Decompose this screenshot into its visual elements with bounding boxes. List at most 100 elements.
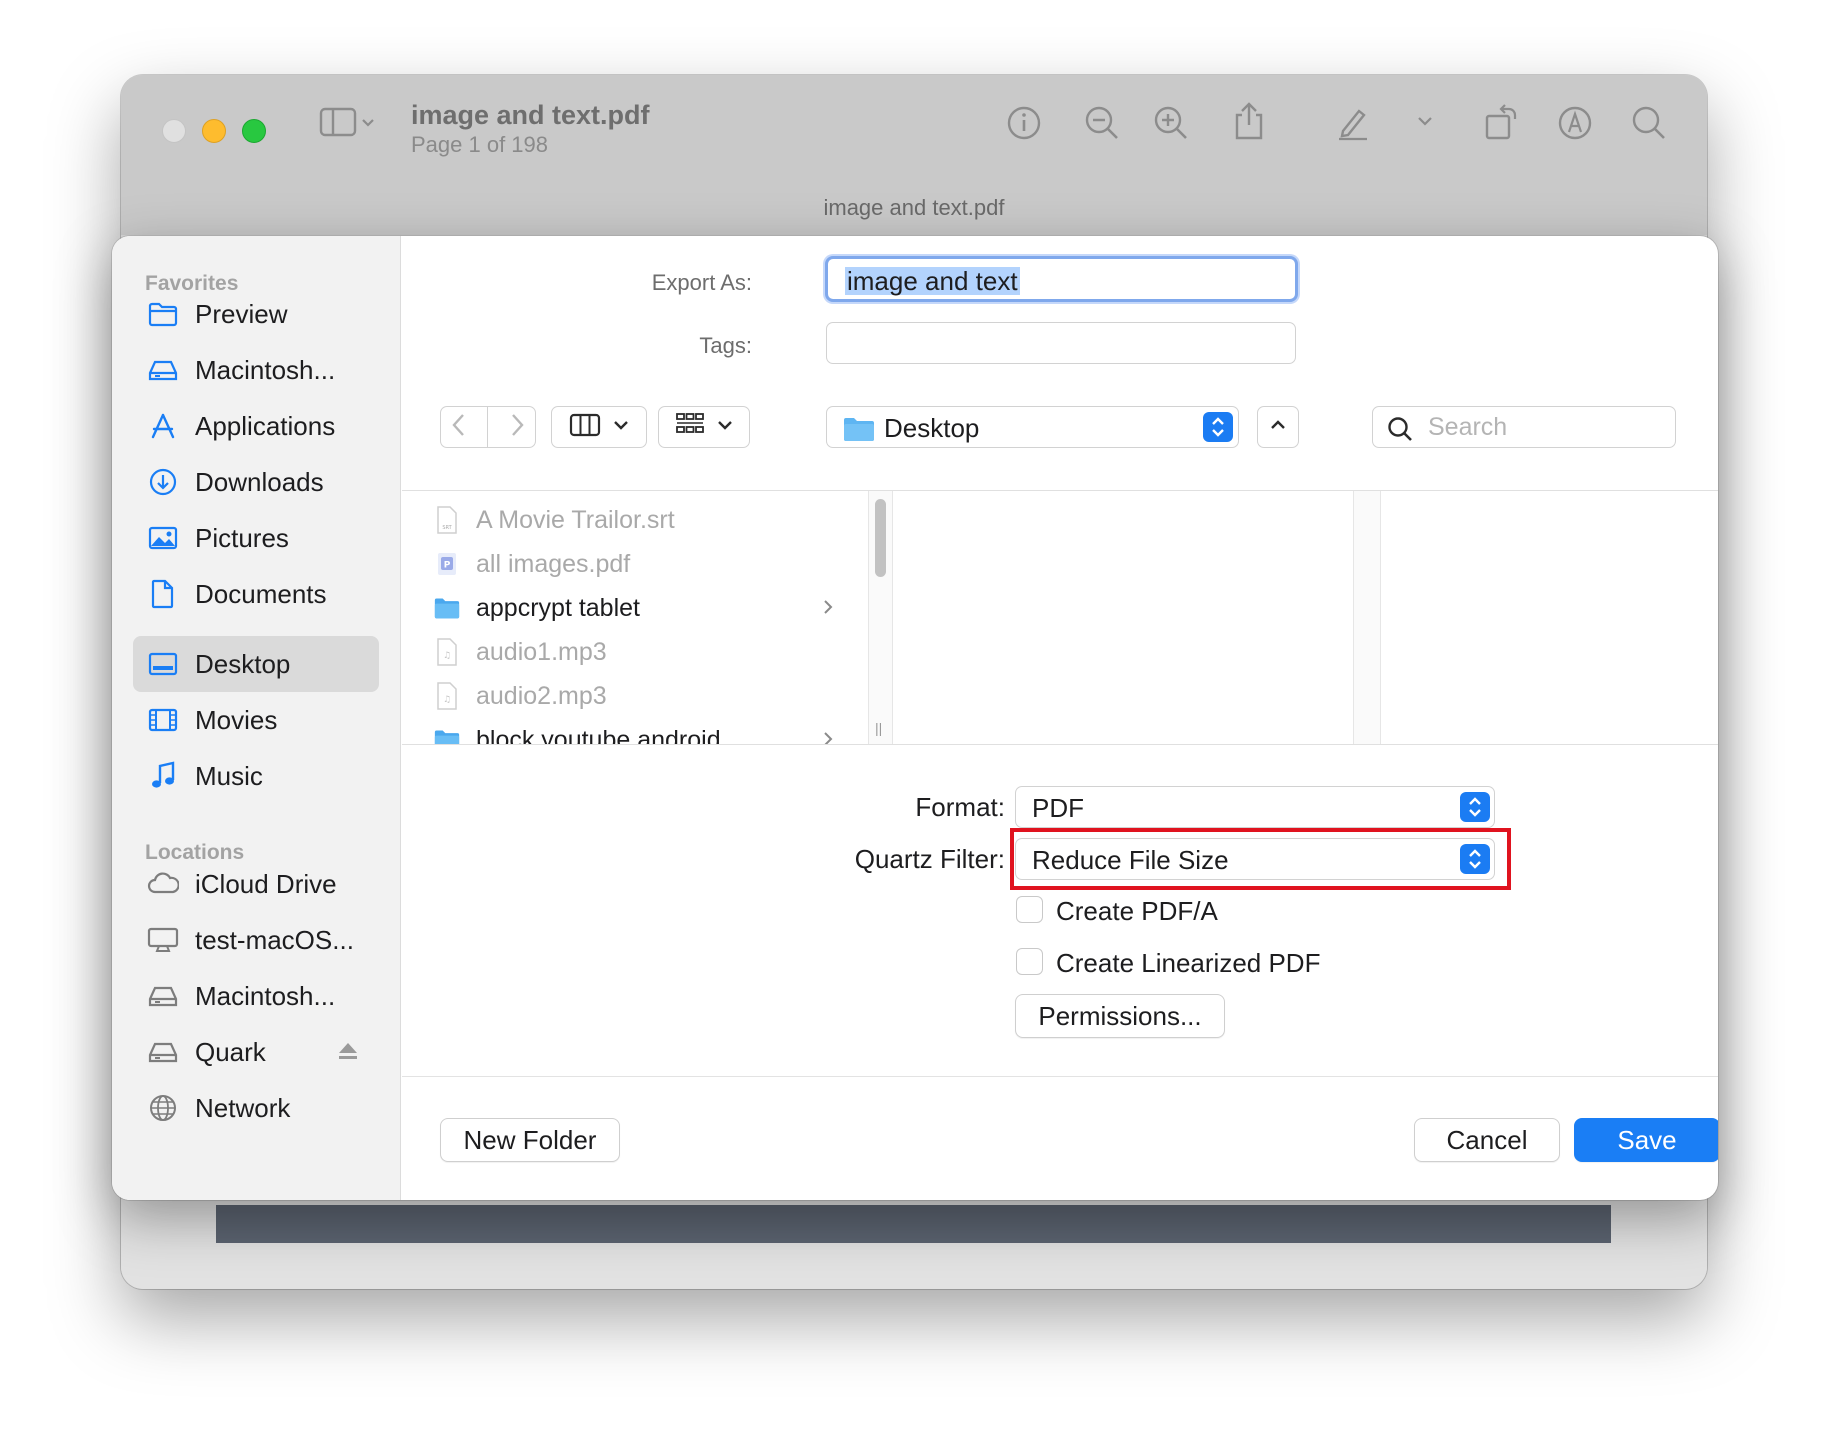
zoom-in-icon[interactable] [1153,105,1189,141]
highlight-icon[interactable] [1557,105,1593,141]
svg-text:P: P [444,561,451,571]
column-resize-handle[interactable]: || [875,720,882,736]
save-button[interactable]: Save [1574,1118,1718,1162]
sidebar-icon[interactable] [319,105,375,139]
sidebar-item-network[interactable]: Network [133,1080,379,1136]
list-item[interactable]: ♫ audio1.mp3 [434,632,834,672]
sidebar-item-label: Macintosh... [195,355,335,386]
sidebar: Favorites Preview Macintosh... Applicati… [112,236,401,1200]
zoom-out-icon[interactable] [1084,105,1120,141]
back-icon[interactable] [451,412,467,443]
sidebar-item-documents[interactable]: Documents [133,566,379,622]
sidebar-item-quark[interactable]: Quark [133,1024,379,1080]
tags-field[interactable] [826,322,1296,364]
sidebar-item-macintosh-location[interactable]: Macintosh... [133,968,379,1024]
drive-icon [146,357,180,383]
sidebar-item-movies[interactable]: Movies [133,692,379,748]
drive-icon [146,983,180,1009]
file-browser: SRT A Movie Trailor.srt P all images.pdf… [402,490,1718,745]
list-item[interactable]: ♫ audio2.mp3 [434,676,834,716]
sidebar-item-icloud-drive[interactable]: iCloud Drive [133,856,379,912]
sidebar-item-pictures[interactable]: Pictures [133,510,379,566]
downloads-icon [146,467,180,497]
chevron-up-icon [1270,418,1286,436]
eject-icon[interactable] [337,1040,359,1067]
desktop-icon [146,651,180,677]
new-folder-button[interactable]: New Folder [440,1118,620,1162]
rotate-icon[interactable] [1483,103,1519,141]
chevron-right-icon [822,730,834,745]
share-icon[interactable] [1231,101,1267,141]
sidebar-item-label: Network [195,1093,290,1124]
file-name: all images.pdf [476,550,630,579]
sidebar-item-desktop[interactable]: Desktop [133,636,379,692]
linearized-pdf-checkbox[interactable] [1016,948,1043,975]
forward-icon[interactable] [509,412,525,443]
group-view-button[interactable] [658,406,750,448]
preview-column [893,491,1354,744]
chevron-down-icon[interactable] [1417,115,1433,127]
info-icon[interactable] [1006,105,1042,141]
chevron-right-icon [822,598,834,621]
file-list-scrollbar[interactable]: || [869,491,893,744]
sidebar-item-test-macos[interactable]: test-macOS... [133,912,379,968]
annotation-highlight-box [1010,828,1511,890]
list-item[interactable]: block youtube android [434,720,834,745]
sidebar-item-label: Documents [195,579,327,610]
tab-title: image and text.pdf [121,195,1707,221]
document-page-strip [216,1205,1611,1243]
computer-icon [146,926,180,954]
sidebar-item-label: Preview [195,299,287,330]
svg-text:SRT: SRT [442,525,452,531]
location-popup[interactable]: Desktop [826,406,1239,448]
format-label: Format: [745,792,1005,823]
search-input[interactable]: Search [1372,406,1676,448]
cloud-icon [146,872,180,896]
search-icon[interactable] [1631,105,1667,141]
sidebar-item-label: Applications [195,411,335,442]
location-label: Desktop [884,413,979,444]
create-pdfa-label: Create PDF/A [1056,896,1218,927]
sidebar-item-music[interactable]: Music [133,748,379,804]
markup-pen-icon[interactable] [1335,105,1371,141]
export-as-field[interactable]: image and text [825,256,1298,302]
back-forward-control [440,406,536,448]
column-view-button[interactable] [551,406,647,448]
permissions-button[interactable]: Permissions... [1015,994,1225,1038]
sidebar-item-preview[interactable]: Preview [133,286,379,342]
file-name: audio1.mp3 [476,638,607,667]
cancel-button[interactable]: Cancel [1414,1118,1560,1162]
svg-text:♫: ♫ [443,651,451,661]
audio-file-icon: ♫ [434,682,460,710]
scroll-thumb[interactable] [875,499,886,577]
sidebar-item-downloads[interactable]: Downloads [133,454,379,510]
create-pdfa-checkbox[interactable] [1016,896,1043,923]
file-name: block youtube android [476,726,721,746]
collapse-browser-button[interactable] [1257,406,1299,448]
column-divider[interactable] [1354,491,1381,744]
sidebar-item-label: Desktop [195,649,290,680]
minimize-window-button[interactable] [202,119,226,143]
list-item[interactable]: P all images.pdf [434,544,834,584]
network-icon [146,1093,180,1123]
sidebar-item-applications[interactable]: Applications [133,398,379,454]
list-item[interactable]: SRT A Movie Trailor.srt [434,500,834,540]
audio-file-icon: ♫ [434,638,460,666]
search-placeholder: Search [1428,413,1507,442]
document-title: image and text.pdf [411,100,650,131]
sidebar-item-label: iCloud Drive [195,869,337,900]
quartz-filter-label: Quartz Filter: [745,844,1005,875]
sidebar-item-macintosh[interactable]: Macintosh... [133,342,379,398]
zoom-window-button[interactable] [242,119,266,143]
list-item[interactable]: appcrypt tablet [434,588,834,628]
folder-icon [843,416,875,447]
close-window-button[interactable] [162,119,186,143]
applications-icon [146,412,180,440]
tags-label: Tags: [552,333,752,359]
format-popup[interactable]: PDF [1015,786,1495,828]
srt-file-icon: SRT [434,506,460,534]
footer-divider [402,1076,1718,1077]
sidebar-item-label: Pictures [195,523,289,554]
linearized-pdf-label: Create Linearized PDF [1056,948,1320,979]
file-name: audio2.mp3 [476,682,607,711]
